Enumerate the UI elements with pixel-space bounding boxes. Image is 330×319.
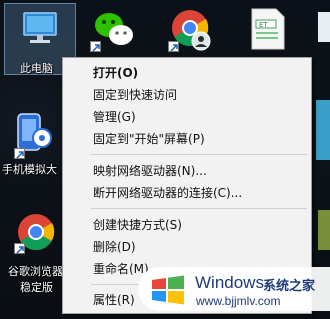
phone-simulator-label: 手机模拟大 — [2, 163, 57, 176]
menu-separator — [91, 154, 307, 155]
watermark-suffix: 系统之家 — [263, 279, 316, 294]
this-pc-label: 此电脑 — [20, 62, 53, 75]
watermark-url: www.bjjmlv.com — [196, 294, 281, 308]
partial-icon — [318, 12, 330, 42]
svg-text:ET: ET — [259, 21, 268, 29]
menu-item-manage[interactable]: 管理(G) — [63, 106, 311, 128]
menu-item-create-shortcut[interactable]: 创建快捷方式(S) — [63, 214, 311, 236]
chrome-label-line1: 谷歌浏览器 — [8, 265, 63, 278]
menu-item-pin-start[interactable]: 固定到"开始"屏幕(P) — [63, 128, 311, 150]
document-icon[interactable]: ET — [250, 8, 286, 50]
windows-logo-icon — [148, 272, 188, 308]
chrome-label-line2: 稳定版 — [20, 281, 53, 294]
shortcut-arrow-icon — [90, 41, 101, 52]
menu-item-pin-quick-access[interactable]: 固定到快速访问 — [63, 84, 311, 106]
menu-separator — [91, 208, 307, 209]
shortcut-arrow-icon — [14, 243, 25, 254]
partial-icon — [318, 210, 330, 250]
menu-item-delete[interactable]: 删除(D) — [63, 236, 311, 258]
shortcut-arrow-icon — [168, 41, 179, 52]
this-pc-icon[interactable] — [20, 10, 60, 46]
menu-item-open[interactable]: 打开(O) — [63, 62, 311, 84]
watermark-brand: Windows — [195, 273, 264, 292]
menu-item-disconnect-drive[interactable]: 断开网络驱动器的连接(C)... — [63, 182, 311, 204]
shortcut-arrow-icon — [14, 148, 25, 159]
partial-icon — [316, 100, 330, 160]
menu-item-map-drive[interactable]: 映射网络驱动器(N)... — [63, 160, 311, 182]
